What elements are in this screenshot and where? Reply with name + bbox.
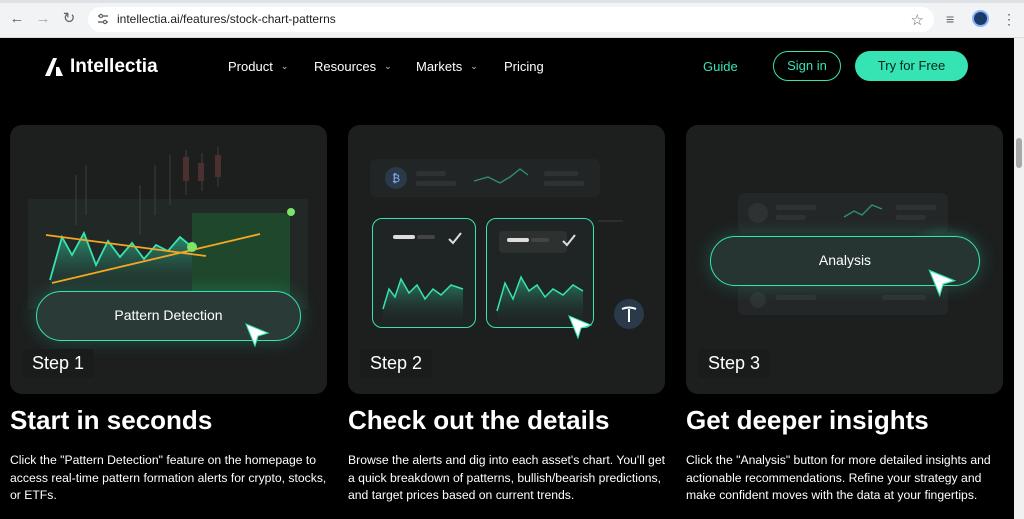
back-icon[interactable]: ← [8,10,26,28]
guide-link[interactable]: Guide [703,59,738,74]
brand-logo[interactable]: Intellectia [44,56,158,78]
brand-name: Intellectia [70,56,158,77]
step-1-heading: Start in seconds [10,405,213,435]
step-1-label: Step 1 [22,349,95,378]
chevron-down-icon: ⌄ [384,61,392,71]
intellectia-logo-icon [45,58,63,76]
cursor-icon [928,269,957,298]
nav-pricing[interactable]: Pricing [504,59,544,74]
alert-chart [382,232,464,327]
step-2-label: Step 2 [360,349,433,378]
scrollbar-thumb[interactable] [1016,138,1022,168]
nav-product[interactable]: Product ⌄ [228,59,288,74]
step-3-card: Analysis Step 3 [686,125,1003,394]
nav-resources[interactable]: Resources ⌄ [314,59,392,74]
more-menu-icon[interactable]: ⋮ [1002,10,1016,28]
nav-resources-label: Resources [314,59,377,74]
cursor-icon [568,315,593,340]
step-2-card: ₿ Step 2 [348,125,665,394]
step-3-label: Step 3 [698,349,771,378]
nav-markets-label: Markets [416,59,463,74]
tab-strip [0,0,1024,3]
step-3-heading: Get deeper insights [686,405,929,435]
media-control-icon[interactable]: ≡ [946,10,954,28]
try-for-free-button[interactable]: Try for Free [855,51,968,81]
nav-product-label: Product [228,59,273,74]
site-info-icon[interactable] [97,13,109,25]
nav-pricing-label: Pricing [504,59,544,74]
alert-card[interactable] [372,218,476,328]
svg-text:₿: ₿ [392,172,400,185]
reload-icon[interactable]: ↻ [60,10,78,28]
tesla-icon [614,299,644,329]
forward-icon[interactable]: → [34,10,52,28]
nav-markets[interactable]: Markets ⌄ [416,59,478,74]
url-text[interactable]: intellectia.ai/features/stock-chart-patt… [117,12,336,26]
cursor-icon [245,323,270,348]
page-scrollbar[interactable] [1014,38,1024,519]
step-2-description: Browse the alerts and dig into each asse… [348,453,665,503]
browser-chrome: ← → ↻ intellectia.ai/features/stock-char… [0,0,1024,38]
sign-in-button[interactable]: Sign in [773,51,841,81]
chevron-down-icon: ⌄ [470,61,478,71]
bookmark-star-icon[interactable]: ☆ [911,11,924,29]
page-content: Intellectia Product ⌄ Resources ⌄ Market… [0,38,1014,519]
address-bar[interactable]: intellectia.ai/features/stock-chart-patt… [88,7,934,32]
step-3-description: Click the "Analysis" button for more det… [686,453,991,503]
step-1-description: Click the "Pattern Detection" feature on… [10,453,327,503]
alert-card[interactable] [486,218,594,328]
step-1-card: Pattern Detection Step 1 [10,125,327,394]
profile-avatar[interactable] [972,10,989,27]
step-2-heading: Check out the details [348,405,610,435]
chevron-down-icon: ⌄ [280,61,289,71]
